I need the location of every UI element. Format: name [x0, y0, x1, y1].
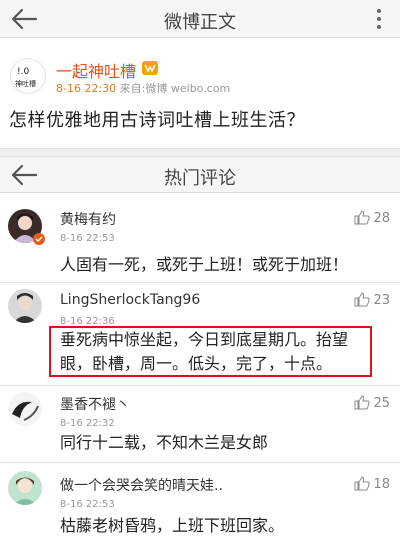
post-source: 来自:微博 weibo.com [119, 82, 231, 95]
like-count: 28 [373, 211, 390, 226]
thumbs-up-icon [354, 210, 371, 225]
comment-item: 墨香不褪丶 8-16 22:32 同行十二载，不知木兰是女郎 25 [0, 386, 400, 463]
comment-text: 枯藤老树昏鸦，上班下班回家。 [60, 516, 285, 535]
like-button[interactable]: 28 [354, 210, 390, 226]
weibo-post: !.0 神吐槽 一起神吐槽 8-16 22:30 来自:微博 weibo.com… [0, 38, 400, 155]
commenter-name[interactable]: 做一个会哭会笑的晴天娃.. [60, 475, 223, 495]
commenter-avatar[interactable] [8, 392, 42, 426]
svg-text:!.0: !.0 [17, 67, 29, 77]
commenter-name[interactable]: LingSherlockTang96 [60, 292, 200, 308]
comment-text: 人固有一死，或死于上班！或死于加班！ [60, 255, 349, 274]
like-count: 25 [373, 396, 390, 411]
commenter-name[interactable]: 黄梅有约 [60, 209, 116, 229]
comment-text: 同行十二载，不知木兰是女郎 [60, 433, 269, 452]
like-button[interactable]: 25 [354, 395, 390, 411]
hot-comments-title: 热门评论 [164, 168, 236, 189]
like-count: 18 [373, 477, 390, 492]
verified-badge-icon [33, 233, 45, 245]
comment-time: 8-16 22:32 [60, 418, 115, 429]
section-divider [0, 148, 400, 157]
thumbs-up-icon [354, 395, 371, 410]
highlight-box [49, 326, 372, 377]
comment-item: 黄梅有约 8-16 22:53 人固有一死，或死于上班！或死于加班！ 28 [0, 193, 400, 283]
author-name[interactable]: 一起神吐槽 [56, 58, 136, 82]
post-time: 8-16 22:30 [56, 82, 117, 95]
commenter-avatar[interactable] [8, 289, 42, 323]
thumbs-up-icon [354, 292, 371, 307]
like-count: 23 [373, 293, 390, 308]
comment-item: 做一个会哭会笑的晴天娃.. 8-16 22:53 枯藤老树昏鸦，上班下班回家。 … [0, 463, 400, 545]
more-menu-icon[interactable] [366, 6, 392, 32]
author-avatar[interactable]: !.0 神吐槽 [10, 58, 46, 94]
comment-time: 8-16 22:53 [60, 499, 115, 510]
comment-time: 8-16 22:53 [60, 233, 115, 244]
like-button[interactable]: 23 [354, 292, 390, 308]
like-button[interactable]: 18 [354, 476, 390, 492]
svg-text:神吐槽: 神吐槽 [15, 79, 36, 88]
post-text: 怎样优雅地用古诗词吐槽上班生活？ [9, 110, 305, 131]
author-avatar-logo-icon: !.0 神吐槽 [15, 67, 36, 88]
top-nav-bar: 微博正文 [0, 0, 400, 38]
thumbs-up-icon [354, 476, 371, 491]
vip-badge-icon [142, 61, 158, 75]
hot-comments-bar: 热门评论 [0, 157, 400, 193]
commenter-avatar[interactable] [8, 471, 42, 505]
page-title: 微博正文 [164, 12, 236, 33]
commenter-name[interactable]: 墨香不褪丶 [60, 394, 130, 414]
post-meta: 8-16 22:30 来自:微博 weibo.com [56, 80, 230, 96]
